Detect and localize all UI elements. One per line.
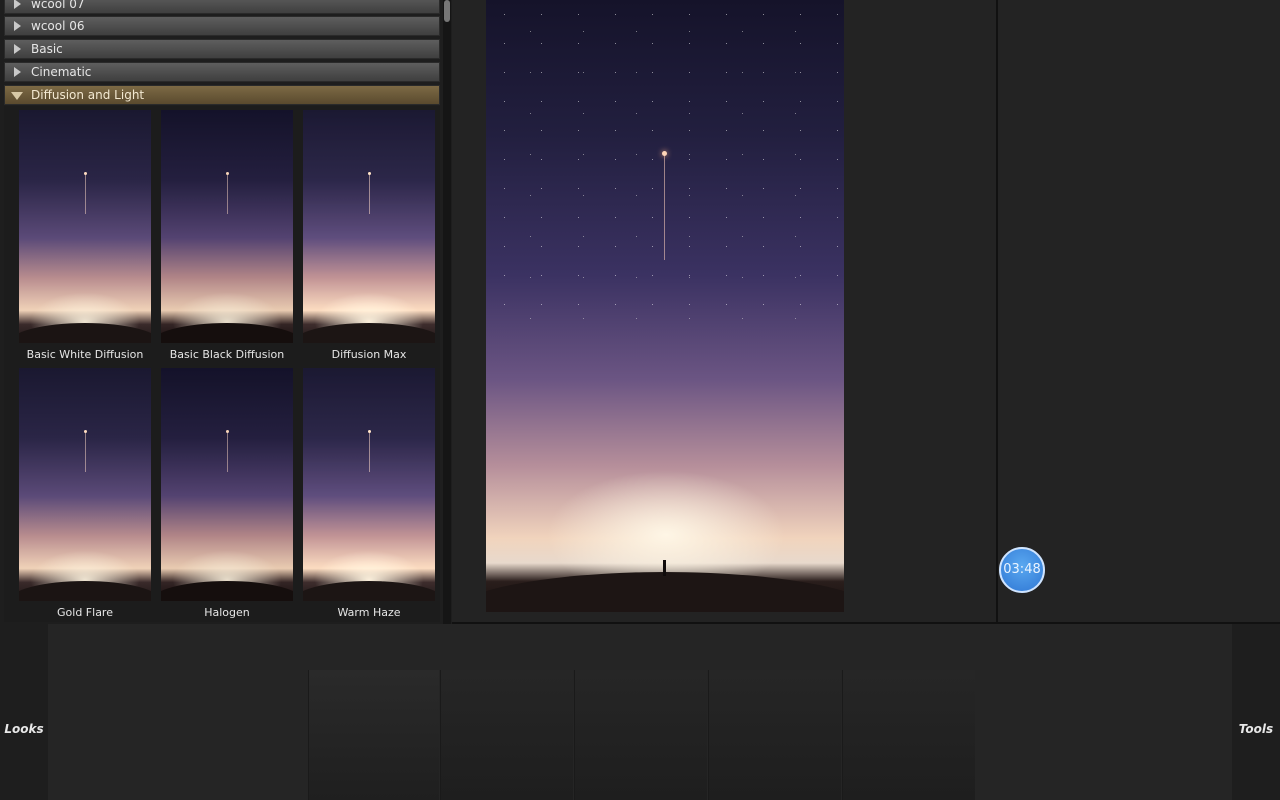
category-wcool-07[interactable]: wcool 07	[4, 0, 440, 14]
bottom-bar: Looks Tools	[0, 624, 1280, 800]
category-cinematic[interactable]: Cinematic	[4, 62, 440, 82]
look-thumbnail[interactable]: Basic White Diffusion	[19, 110, 151, 361]
timer-badge[interactable]: 03:48	[999, 547, 1045, 593]
tools-tab[interactable]: Tools	[1232, 624, 1280, 800]
looks-tab-label: Looks	[4, 722, 44, 736]
look-thumbnail[interactable]: Gold Flare	[19, 368, 151, 619]
look-stack-strip	[48, 624, 1232, 800]
hill-silhouette	[486, 572, 844, 612]
image-preview	[486, 0, 844, 612]
look-preview-image	[161, 110, 293, 343]
category-label: Cinematic	[31, 65, 92, 79]
look-caption: Warm Haze	[337, 606, 401, 619]
look-stack-slot[interactable]	[574, 670, 707, 800]
look-preview-image	[19, 368, 151, 601]
looks-tab[interactable]: Looks	[0, 624, 48, 800]
tools-tab-label: Tools	[1238, 722, 1274, 736]
expand-triangle-icon	[14, 44, 21, 54]
look-caption: Halogen	[204, 606, 250, 619]
looks-browser-panel: wcool 07 wcool 06 Basic Cinematic Diffus…	[0, 0, 452, 624]
look-preview-image	[303, 110, 435, 343]
look-caption: Basic Black Diffusion	[169, 348, 285, 361]
light-beam	[664, 152, 665, 260]
expand-triangle-icon	[14, 0, 21, 9]
category-label: wcool 06	[31, 19, 85, 33]
look-caption: Diffusion Max	[331, 348, 407, 361]
look-thumbnail[interactable]: Halogen	[161, 368, 293, 619]
look-preview-image	[303, 368, 435, 601]
look-preview-image	[161, 368, 293, 601]
look-stack-slot[interactable]	[708, 670, 841, 800]
look-stack-slot[interactable]	[308, 670, 439, 800]
look-preview-image	[19, 110, 151, 343]
look-stack-slot[interactable]	[842, 670, 975, 800]
collapse-triangle-icon	[11, 92, 23, 100]
panel-scrollbar[interactable]	[443, 0, 451, 624]
category-diffusion-and-light[interactable]: Diffusion and Light	[4, 85, 440, 105]
category-label: Basic	[31, 42, 63, 56]
category-wcool-06[interactable]: wcool 06	[4, 16, 440, 36]
expand-triangle-icon	[14, 67, 21, 77]
look-thumbnail[interactable]: Diffusion Max	[303, 110, 435, 361]
expand-triangle-icon	[14, 21, 21, 31]
figure-silhouette	[663, 560, 666, 576]
category-basic[interactable]: Basic	[4, 39, 440, 59]
look-thumbnail[interactable]: Warm Haze	[303, 368, 435, 619]
panel-divider[interactable]	[996, 0, 998, 624]
look-caption: Gold Flare	[57, 606, 113, 619]
look-thumbnail[interactable]: Basic Black Diffusion	[161, 110, 293, 361]
starfield	[486, 0, 844, 330]
bright-star	[662, 151, 667, 156]
look-caption: Basic White Diffusion	[26, 348, 144, 361]
look-stack-slot[interactable]	[440, 670, 573, 800]
category-label: wcool 07	[31, 0, 85, 11]
look-thumbnails-grid: Basic White Diffusion Basic Black Diffus…	[4, 106, 440, 622]
category-label: Diffusion and Light	[31, 88, 145, 102]
scrollbar-thumb[interactable]	[444, 0, 450, 22]
